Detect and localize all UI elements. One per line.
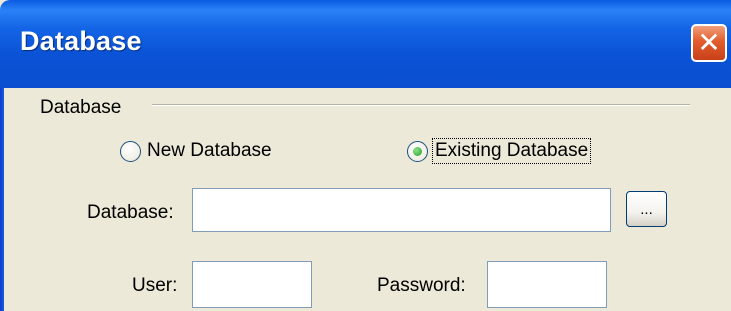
close-icon: ✕ — [697, 26, 721, 59]
database-path-input[interactable] — [192, 188, 611, 232]
browse-button-label: ... — [640, 201, 653, 218]
password-input[interactable] — [487, 261, 607, 308]
group-box-divider — [152, 104, 690, 106]
radio-new-database-label: New Database — [147, 140, 272, 161]
radio-button-unselected[interactable] — [120, 140, 141, 162]
password-field-label: Password: — [377, 275, 466, 296]
close-button[interactable]: ✕ — [691, 24, 727, 62]
window-title: Database — [20, 26, 142, 56]
database-field-label: Database: — [87, 202, 174, 223]
title-bar[interactable]: Database ✕ — [0, 0, 731, 88]
radio-existing-database-label: Existing Database — [431, 138, 592, 164]
radio-existing-database[interactable]: Existing Database — [407, 138, 592, 164]
database-dialog: Database ✕ Database New Database Existin… — [0, 0, 731, 311]
radio-button-selected[interactable] — [407, 140, 428, 162]
browse-button[interactable]: ... — [626, 191, 667, 227]
radio-new-database[interactable]: New Database — [120, 140, 272, 162]
user-field-label: User: — [132, 275, 178, 296]
radio-selected-dot — [413, 146, 422, 156]
group-box-label: Database — [40, 97, 122, 118]
user-input[interactable] — [192, 261, 312, 308]
